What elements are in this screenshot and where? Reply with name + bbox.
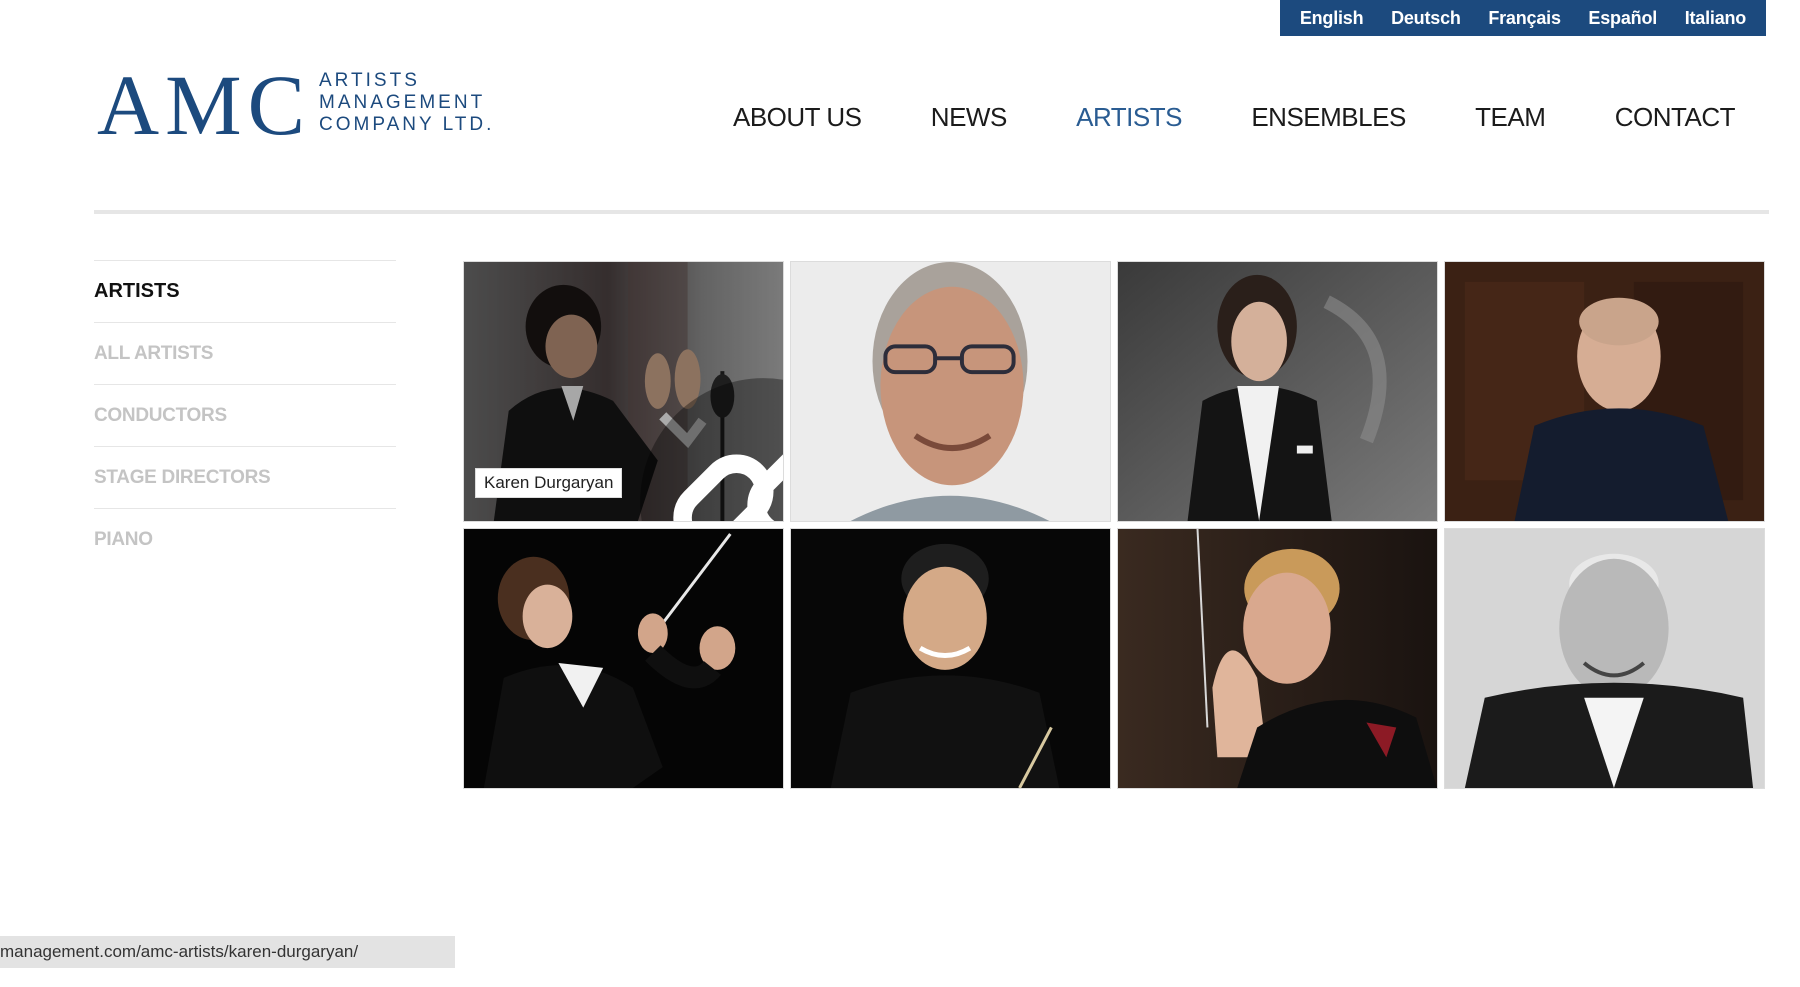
- artist-photo: [791, 529, 1110, 788]
- sidebar-item-piano[interactable]: PIANO: [94, 509, 396, 570]
- lang-italiano[interactable]: Italiano: [1685, 8, 1747, 29]
- logo-line-1: ARTISTS: [319, 70, 420, 91]
- header-divider: [94, 210, 1769, 214]
- artist-tile[interactable]: [1117, 261, 1438, 522]
- artist-tile[interactable]: [1444, 528, 1765, 789]
- nav-ensembles[interactable]: ENSEMBLES: [1251, 102, 1406, 133]
- artist-tile[interactable]: [790, 261, 1111, 522]
- artist-tile[interactable]: [1444, 261, 1765, 522]
- logo-line-2: MANAGEMENT: [319, 92, 486, 113]
- artist-photo: [791, 262, 1110, 521]
- logo[interactable]: AMC ARTISTS MANAGEMENT COMPANY LTD.: [97, 62, 497, 148]
- main-nav: ABOUT US NEWS ARTISTS ENSEMBLES TEAM CON…: [733, 100, 1735, 134]
- lang-francais[interactable]: Français: [1488, 8, 1561, 29]
- artist-grid: Karen Durgaryan: [463, 261, 1766, 790]
- artist-photo: [1445, 262, 1764, 521]
- nav-contact[interactable]: CONTACT: [1615, 102, 1736, 133]
- artist-tile[interactable]: [1117, 528, 1438, 789]
- sidebar-item-conductors[interactable]: CONDUCTORS: [94, 385, 396, 447]
- nav-artists[interactable]: ARTISTS: [1076, 102, 1182, 133]
- nav-team[interactable]: TEAM: [1475, 102, 1546, 133]
- artist-tile[interactable]: [790, 528, 1111, 789]
- sidebar: ARTISTS ALL ARTISTS CONDUCTORS STAGE DIR…: [94, 260, 396, 570]
- logo-letters: AMC: [97, 57, 311, 153]
- artist-tile[interactable]: [463, 528, 784, 789]
- nav-news[interactable]: NEWS: [931, 102, 1008, 133]
- artist-photo: [1118, 529, 1437, 788]
- lang-espanol[interactable]: Español: [1588, 8, 1657, 29]
- logo-subtitle: ARTISTS MANAGEMENT COMPANY LTD.: [319, 70, 494, 136]
- artist-photo: [1118, 262, 1437, 521]
- lang-deutsch[interactable]: Deutsch: [1391, 8, 1461, 29]
- artist-hover-caption: Karen Durgaryan: [475, 468, 623, 498]
- language-bar: English Deutsch Français Español Italian…: [1280, 0, 1766, 36]
- artist-photo: [464, 529, 783, 788]
- sidebar-item-all-artists[interactable]: ALL ARTISTS: [94, 323, 396, 385]
- logo-line-3: COMPANY LTD.: [319, 114, 495, 135]
- browser-status-url: management.com/amc-artists/karen-durgary…: [0, 936, 455, 968]
- nav-about-us[interactable]: ABOUT US: [733, 102, 862, 133]
- sidebar-heading: ARTISTS: [94, 261, 396, 323]
- artist-tile[interactable]: Karen Durgaryan: [463, 261, 784, 522]
- sidebar-item-stage-directors[interactable]: STAGE DIRECTORS: [94, 447, 396, 509]
- lang-english[interactable]: English: [1300, 8, 1364, 29]
- artist-photo: [1445, 529, 1764, 788]
